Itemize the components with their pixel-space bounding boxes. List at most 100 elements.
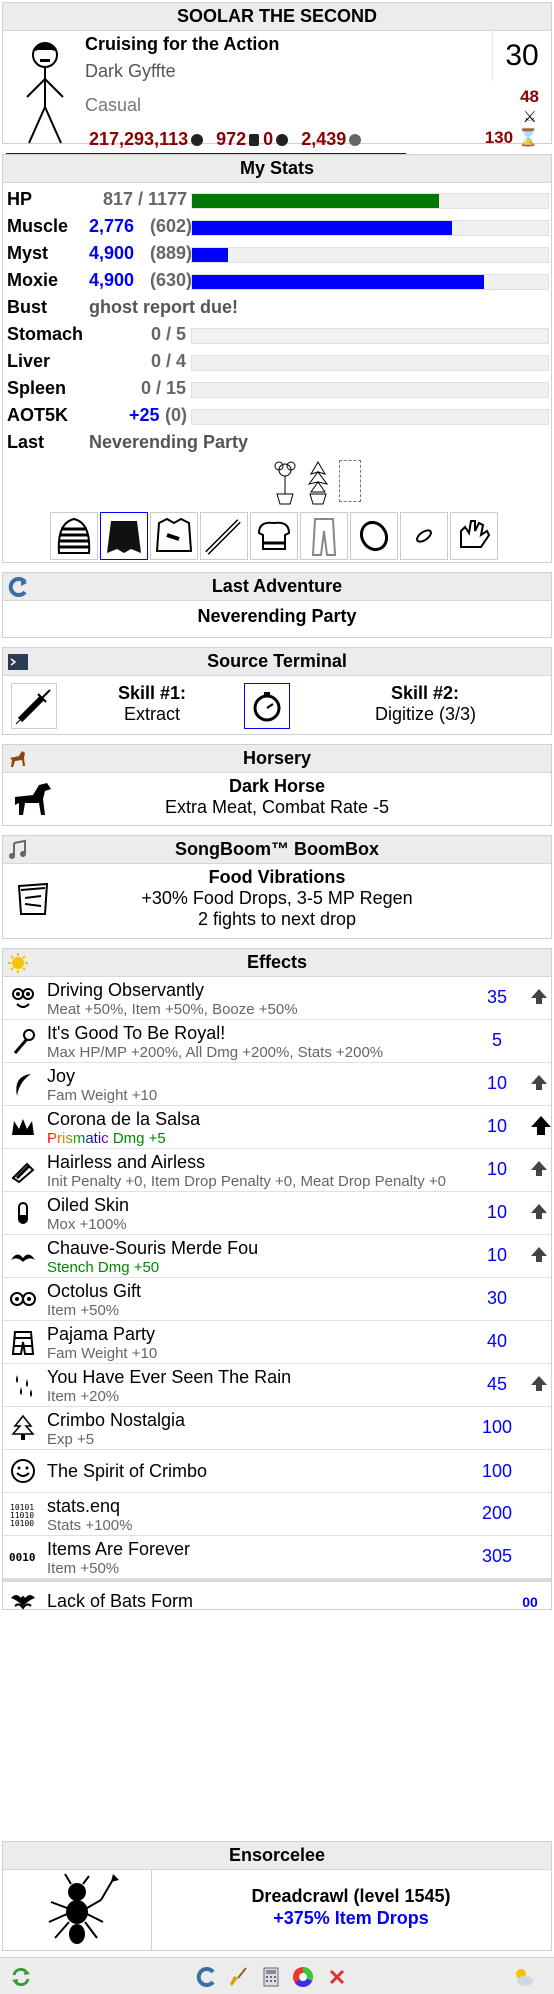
refresh-icon[interactable] (10, 1966, 32, 1988)
effect-modifiers: Stench Dmg +50 (47, 1259, 160, 1276)
effect-row[interactable]: Pajama Party Fam Weight +10 40 (3, 1321, 551, 1364)
equip-slot-hat[interactable] (50, 512, 98, 560)
effect-duration[interactable]: 40 (473, 1331, 521, 1352)
effect-modifiers: Item +50% (47, 1302, 120, 1319)
stat-base: (630) (150, 270, 193, 290)
broom-icon[interactable] (228, 1966, 250, 1988)
empty-pot-slot[interactable] (339, 460, 361, 502)
effect-row[interactable]: Crimbo Nostalgia Exp +5 100 (3, 1407, 551, 1450)
prismatic-text: Prismatic (47, 1130, 109, 1147)
stat-base: (602) (150, 216, 193, 236)
effect-duration[interactable]: 35 (473, 987, 521, 1008)
effect-row[interactable]: Chauve-Souris Merde Fou Stench Dmg +50 10 (3, 1235, 551, 1278)
equip-slot-offhand[interactable] (250, 512, 298, 560)
effect-duration[interactable]: 10 (473, 1116, 521, 1137)
extend-arrow-icon[interactable] (531, 1376, 547, 1391)
effect-duration[interactable]: 10 (473, 1159, 521, 1180)
extend-arrow-icon[interactable] (531, 989, 547, 1004)
effect-description: Init Penalty +0, Item Drop Penalty +0, M… (47, 1173, 446, 1190)
last-adventure-link-icon[interactable] (195, 1966, 217, 1988)
effect-row[interactable]: The Spirit of Crimbo 100 (3, 1450, 551, 1493)
music-note-icon[interactable] (7, 839, 29, 861)
effect-duration[interactable]: 100 (473, 1417, 521, 1438)
effect-duration[interactable]: 305 (473, 1546, 521, 1567)
equip-slot-shirt[interactable] (150, 512, 198, 560)
color-wheel-icon[interactable] (292, 1966, 314, 1988)
crossed-swords-icon[interactable]: ⚔ (523, 107, 537, 127)
organ-label: Stomach (7, 324, 84, 344)
intrinsic-duration: 00 (522, 1594, 538, 1610)
calculator-icon[interactable] (260, 1966, 282, 1988)
vial-icon (18, 1202, 28, 1224)
effect-description: Meat +50%, Item +50%, Booze +50% (47, 1001, 298, 1018)
equip-slot-pants[interactable] (300, 512, 348, 560)
terminal-icon[interactable] (7, 651, 29, 673)
effect-name: Pajama Party (47, 1324, 156, 1344)
stat-row-myst: Myst 4,900 (889) (3, 240, 551, 267)
small-ring-icon (416, 529, 432, 543)
pants-icon (311, 518, 337, 556)
equip-slot-back[interactable] (100, 512, 148, 560)
extend-arrow-icon[interactable] (531, 1116, 551, 1135)
last-value[interactable]: Neverending Party (89, 432, 248, 453)
effect-row[interactable]: It's Good To Be Royal! Max HP/MP +200%, A… (3, 1020, 551, 1063)
pharaoh-headdress-icon (57, 517, 91, 554)
effect-duration[interactable]: 10 (473, 1245, 521, 1266)
equip-slot-weapon[interactable] (200, 512, 248, 560)
extend-arrow-icon[interactable] (531, 1161, 547, 1176)
plant-icon[interactable] (305, 460, 331, 506)
effect-name: You Have Ever Seen The Rain (47, 1367, 292, 1387)
character-name[interactable]: SOOLAR THE SECOND (3, 3, 551, 31)
intrinsic-row[interactable]: Lack of Bats Form 00 (3, 1582, 551, 1620)
extend-arrow-icon[interactable] (531, 1247, 547, 1262)
effect-description: Mox +100% (47, 1216, 127, 1233)
boombox-body: Food Vibrations +30% Food Drops, 3-5 MP … (3, 864, 551, 938)
effect-row[interactable]: 10101 11010 10100 stats.enq Stats +100% 200 (3, 1493, 551, 1536)
effect-row[interactable]: Hairless and Airless Init Penalty +0, Ite… (3, 1149, 551, 1192)
bust-value[interactable]: ghost report due! (89, 297, 238, 318)
horse-small-icon[interactable] (7, 748, 29, 770)
effect-duration[interactable]: 5 (473, 1030, 521, 1051)
equip-slot-acc1[interactable] (350, 512, 398, 560)
flower-icon[interactable] (271, 460, 299, 506)
bottom-toolbar (0, 1957, 554, 1994)
effect-row[interactable]: You Have Ever Seen The Rain Item +20% 45 (3, 1364, 551, 1407)
skill2-label: Skill #2: (391, 683, 460, 703)
skill1-value: Extract (124, 704, 181, 724)
skill2-slot[interactable] (244, 683, 290, 729)
weather-icon[interactable] (512, 1966, 534, 1988)
effect-duration[interactable]: 10 (473, 1073, 521, 1094)
effect-row[interactable]: Driving Observantly Meat +50%, Item +50%,… (3, 977, 551, 1020)
extend-arrow-icon[interactable] (531, 1204, 547, 1219)
meat-icon (191, 134, 204, 146)
effect-duration[interactable]: 100 (473, 1461, 521, 1482)
effect-name: The Spirit of Crimbo (47, 1461, 208, 1481)
skill1-slot[interactable] (11, 683, 57, 729)
equip-slot-acc2[interactable] (400, 512, 448, 560)
effect-modifiers: Item +20% (47, 1388, 120, 1405)
effect-duration[interactable]: 10 (473, 1202, 521, 1223)
effect-duration[interactable]: 30 (473, 1288, 521, 1309)
ant-warrior-icon[interactable] (41, 1872, 121, 1950)
effect-duration[interactable]: 45 (473, 1374, 521, 1395)
close-x-icon[interactable] (326, 1966, 348, 1988)
effect-row[interactable]: Joy Fam Weight +10 10 (3, 1063, 551, 1106)
character-class: Dark Gyffte (85, 61, 176, 81)
coin-icon (276, 134, 289, 146)
equip-slot-acc3[interactable] (450, 512, 498, 560)
sun-icon[interactable] (7, 952, 29, 974)
mustache-icon (11, 1254, 35, 1262)
ring-icon (359, 520, 389, 552)
effect-row[interactable]: Corona de la Salsa Prismatic Dmg +5 10 (3, 1106, 551, 1149)
effect-row[interactable]: Oiled Skin Mox +100% 10 (3, 1192, 551, 1235)
effect-row[interactable]: Octolus Gift Item +50% 30 (3, 1278, 551, 1321)
extend-arrow-icon[interactable] (531, 1075, 547, 1090)
effect-row[interactable]: 0010 Items Are Forever Item +50% 305 (3, 1536, 551, 1579)
source-terminal-body: Skill #1: Extract Skill #2: Digitize (3/… (3, 676, 551, 734)
effect-duration[interactable]: 200 (473, 1503, 521, 1524)
smiley-icon (11, 1459, 35, 1483)
song-next-drop: 2 fights to next drop (197, 909, 357, 929)
last-adventure-location[interactable]: Neverending Party (3, 601, 551, 637)
refresh-arrow-icon[interactable] (7, 576, 29, 598)
stick-figure-avatar[interactable] (15, 39, 75, 149)
